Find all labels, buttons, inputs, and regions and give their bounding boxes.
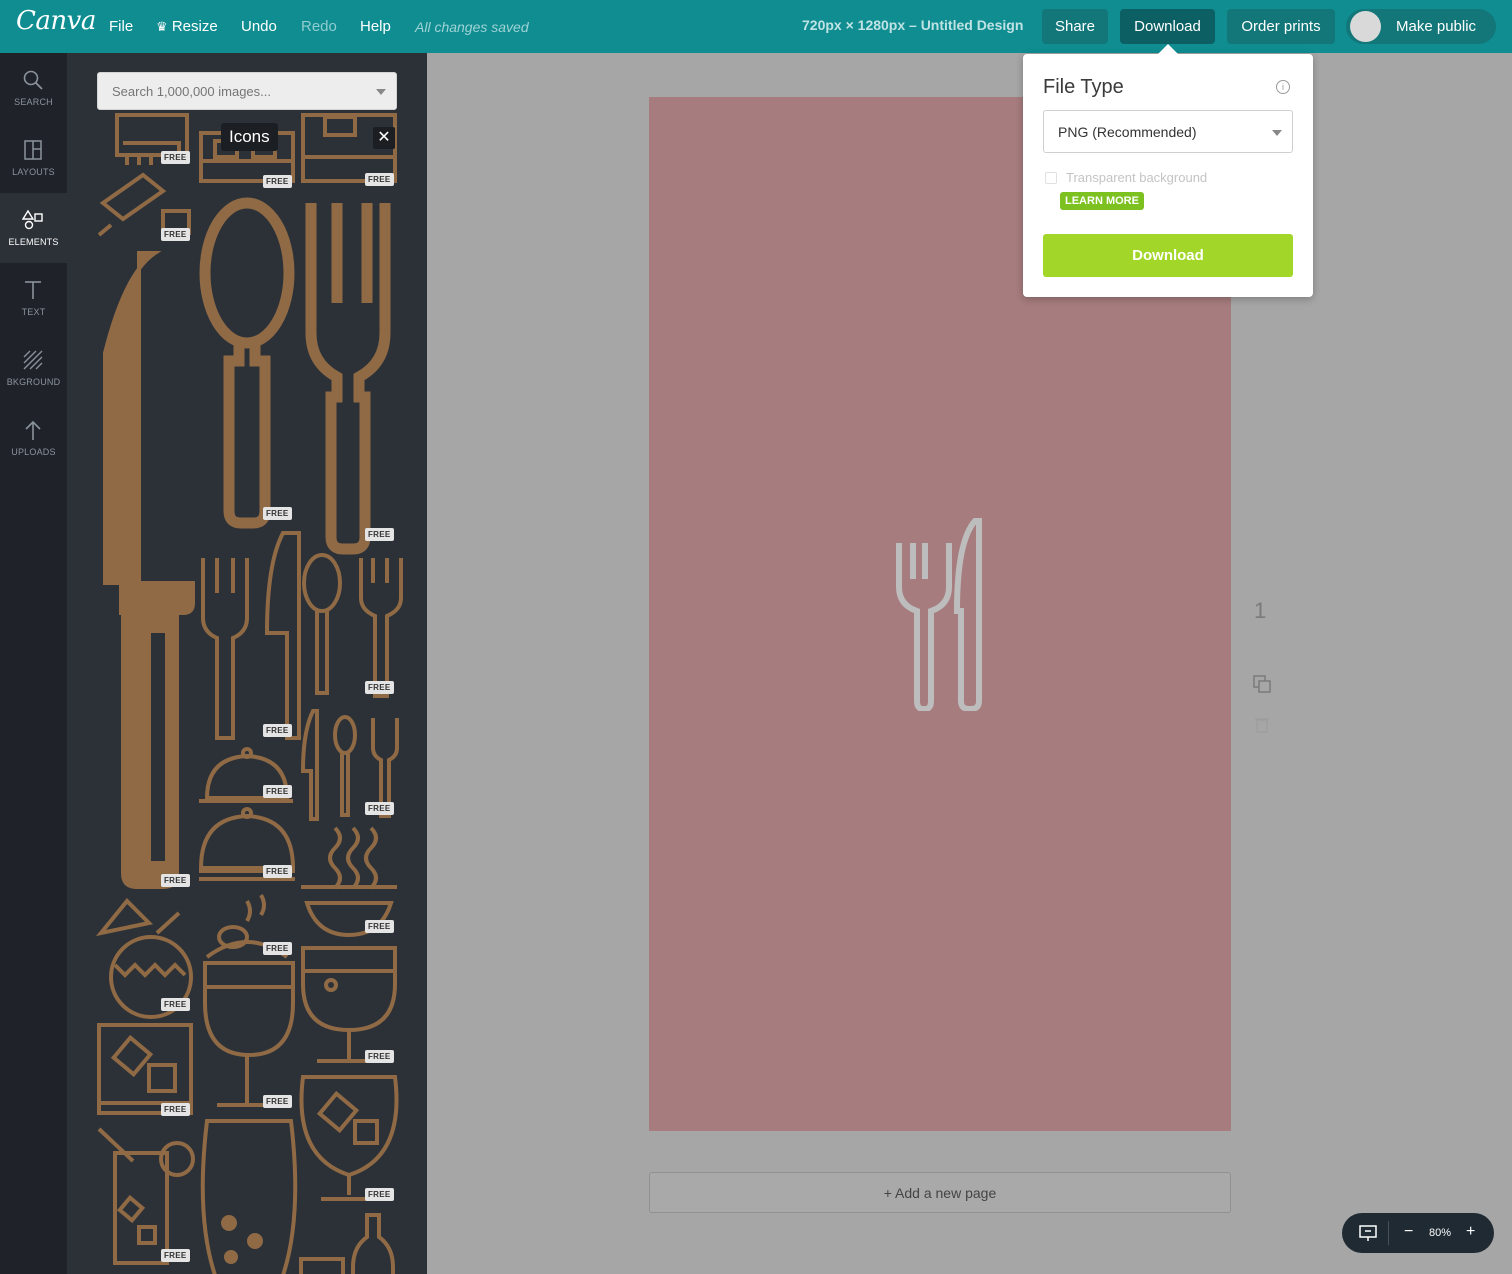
free-badge: FREE — [263, 724, 292, 737]
layouts-icon — [24, 140, 42, 160]
champagne-flute-icon[interactable] — [200, 1119, 298, 1274]
file-type-value: PNG (Recommended) — [1058, 124, 1197, 140]
transparent-background-label: Transparent background — [1066, 170, 1208, 185]
free-badge: FREE — [263, 175, 292, 188]
share-button[interactable]: Share — [1042, 9, 1108, 44]
crown-icon: ♛ — [156, 19, 168, 34]
upload-arrow-icon — [25, 420, 41, 440]
rail-search[interactable]: SEARCH — [0, 53, 67, 123]
popover-arrow — [1158, 44, 1178, 54]
zoom-level[interactable]: 80% — [1429, 1227, 1451, 1239]
chevron-down-icon — [1272, 130, 1282, 136]
rail-text[interactable]: TEXT — [0, 263, 67, 333]
fork-large-icon[interactable] — [305, 203, 391, 555]
juice-glass-icon[interactable] — [97, 1127, 195, 1265]
free-badge: FREE — [161, 228, 190, 241]
file-type-select[interactable]: PNG (Recommended) — [1043, 110, 1293, 153]
duplicate-page-icon[interactable] — [1252, 674, 1272, 694]
zoom-divider — [1388, 1221, 1389, 1245]
free-badge: FREE — [365, 528, 394, 541]
spoon-small-icon[interactable] — [302, 553, 342, 695]
left-rail: SEARCH LAYOUTS ELEMENTS TEXT BKGROUND UP… — [0, 53, 67, 1274]
menu-undo[interactable]: Undo — [241, 18, 277, 35]
free-badge: FREE — [365, 173, 394, 186]
free-badge: FREE — [161, 151, 190, 164]
cocktail-glass-icon[interactable] — [301, 946, 397, 1063]
search-icon — [23, 70, 43, 90]
free-badge: FREE — [161, 1249, 190, 1262]
delete-page-icon[interactable] — [1252, 715, 1272, 735]
top-bar: Canva File ♛ Resize Undo Redo Help All c… — [0, 0, 1512, 53]
free-badge: FREE — [365, 1050, 394, 1063]
knife-small-icon[interactable] — [264, 531, 301, 740]
wine-glass-icon[interactable] — [203, 961, 295, 1107]
free-badge: FREE — [263, 942, 292, 955]
free-badge: FREE — [263, 507, 292, 520]
fork-small-icon[interactable] — [201, 558, 249, 740]
rail-text-label: TEXT — [21, 307, 46, 317]
rail-background[interactable]: BKGROUND — [0, 333, 67, 403]
canva-logo[interactable]: Canva — [16, 6, 96, 36]
shapes-icon — [22, 209, 43, 230]
order-prints-button[interactable]: Order prints — [1227, 9, 1335, 44]
icon-grid — [95, 113, 403, 1274]
zoom-out-button[interactable]: − — [1404, 1223, 1413, 1241]
free-badge: FREE — [161, 1103, 190, 1116]
zoom-controls: − 80% + — [1342, 1213, 1494, 1253]
rail-background-label: BKGROUND — [6, 377, 61, 387]
toggle-knob — [1350, 11, 1381, 42]
free-badge: FREE — [161, 998, 190, 1011]
menu-help[interactable]: Help — [360, 18, 391, 35]
ice-tumbler-icon[interactable] — [97, 1023, 193, 1115]
save-status: All changes saved — [415, 19, 529, 35]
make-public-toggle[interactable]: Make public — [1346, 9, 1496, 44]
download-button[interactable]: Download — [1120, 9, 1215, 44]
text-icon — [25, 281, 41, 299]
menu-resize[interactable]: ♛ Resize — [156, 18, 218, 35]
rail-search-label: SEARCH — [14, 97, 53, 107]
knife-large-icon[interactable] — [103, 251, 195, 889]
background-pattern-icon — [23, 350, 43, 370]
free-badge: FREE — [365, 802, 394, 815]
steam-icon[interactable] — [328, 826, 378, 890]
info-icon[interactable]: i — [1276, 80, 1290, 94]
rail-layouts[interactable]: LAYOUTS — [0, 123, 67, 193]
rail-elements[interactable]: ELEMENTS — [0, 193, 67, 263]
fork-small-2-icon[interactable] — [359, 558, 403, 698]
page-number: 1 — [1254, 598, 1267, 623]
free-badge: FREE — [263, 865, 292, 878]
rail-layouts-label: LAYOUTS — [12, 167, 55, 177]
transparent-background-checkbox[interactable] — [1045, 172, 1057, 184]
menu-file[interactable]: File — [109, 18, 133, 35]
free-badge: FREE — [365, 681, 394, 694]
elements-panel: Icons ✕ — [67, 53, 427, 1274]
file-type-title: File Type — [1043, 76, 1124, 98]
rail-elements-label: ELEMENTS — [8, 237, 59, 247]
bottle-icon[interactable] — [299, 1213, 395, 1274]
rail-uploads-label: UPLOADS — [11, 447, 56, 457]
free-badge: FREE — [161, 874, 190, 887]
fork-knife-icon[interactable] — [895, 517, 987, 711]
icons-tooltip: Icons — [221, 123, 278, 151]
zoom-in-button[interactable]: + — [1466, 1223, 1475, 1241]
document-title[interactable]: 720px × 1280px – Untitled Design — [802, 17, 1023, 33]
free-badge: FREE — [263, 1095, 292, 1108]
download-popover: File Type i PNG (Recommended) Transparen… — [1023, 54, 1313, 297]
make-public-label: Make public — [1396, 18, 1477, 35]
present-icon[interactable] — [1358, 1223, 1378, 1243]
resize-label: Resize — [171, 18, 218, 35]
spoon-large-icon[interactable] — [199, 197, 295, 529]
learn-more-badge[interactable]: LEARN MORE — [1060, 192, 1144, 210]
ice-glass-round-icon[interactable] — [299, 1075, 399, 1201]
menu-redo[interactable]: Redo — [301, 18, 337, 35]
free-badge: FREE — [263, 785, 292, 798]
close-icon[interactable]: ✕ — [373, 127, 395, 149]
free-badge: FREE — [365, 920, 394, 933]
bottle-pour-icon[interactable] — [97, 172, 191, 237]
add-page-button[interactable]: + Add a new page — [649, 1172, 1231, 1213]
free-badge: FREE — [365, 1188, 394, 1201]
rail-uploads[interactable]: UPLOADS — [0, 403, 67, 473]
download-file-button[interactable]: Download — [1043, 234, 1293, 277]
